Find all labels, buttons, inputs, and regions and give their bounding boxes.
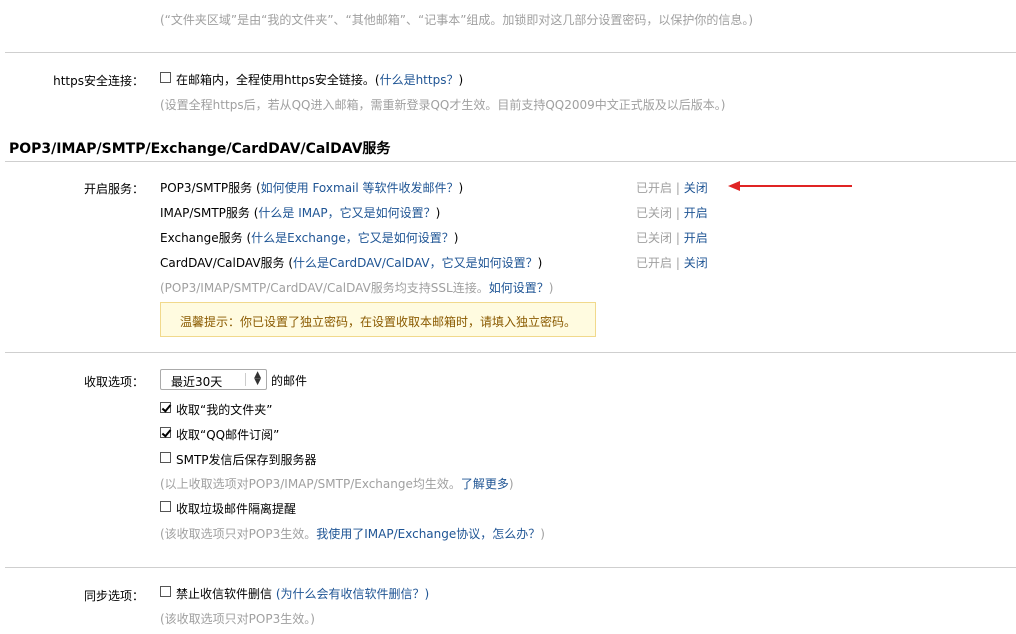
prevent-delete-label: 禁止收信软件删信 <box>176 587 273 601</box>
paren: ) <box>548 281 554 295</box>
ssl-note: (POP3/IMAP/SMTP/CardDAV/CalDAV服务均支持SSL连接… <box>160 281 489 295</box>
divider <box>5 52 1016 53</box>
service-name: Exchange服务 ( <box>160 231 252 245</box>
warning-tip-box: 温馨提示：你已设置了独立密码，在设置收取本邮箱时，请填入独立密码。 <box>160 302 596 337</box>
receive-subscription-checkbox[interactable] <box>160 427 171 438</box>
spam-reminder-label: 收取垃圾邮件隔离提醒 <box>176 502 297 516</box>
foxmail-help-link[interactable]: 如何使用 Foxmail 等软件收发邮件？ <box>261 181 459 195</box>
annotation-arrow-line <box>738 185 852 187</box>
service-name: IMAP/SMTP服务 ( <box>160 206 259 220</box>
status-text: 已关闭 <box>636 206 673 220</box>
status-text: 已关闭 <box>636 231 673 245</box>
sync-label: 同步选项： <box>83 589 144 603</box>
select-value: 最近30天 <box>171 375 223 389</box>
services-label: 开启服务： <box>83 182 144 196</box>
imap-help-link[interactable]: 什么是 IMAP，它又是如何设置？ <box>258 206 435 220</box>
separator: | <box>675 256 680 270</box>
receive-my-folders-label: 收取“我的文件夹” <box>176 403 273 417</box>
service-row-exchange: Exchange服务 (什么是Exchange，它又是如何设置？) <box>160 229 458 246</box>
exchange-help-link[interactable]: 什么是Exchange，它又是如何设置？ <box>251 231 454 245</box>
pop3-toggle-link[interactable]: 关闭 <box>684 181 708 195</box>
paren: ) <box>537 256 543 270</box>
https-close-paren: ) <box>458 73 464 87</box>
paren: ) <box>508 477 514 491</box>
learn-more-link[interactable]: 了解更多 <box>461 477 509 491</box>
https-checkbox[interactable] <box>160 72 171 83</box>
divider <box>5 567 1016 568</box>
divider <box>5 161 1016 162</box>
ssl-note-row: (POP3/IMAP/SMTP/CardDAV/CalDAV服务均支持SSL连接… <box>160 279 553 296</box>
exchange-toggle-link[interactable]: 开启 <box>684 231 708 245</box>
sync-note: (该收取选项只对POP3生效。) <box>160 612 315 626</box>
paren: ) <box>540 527 545 541</box>
service-row-imap: IMAP/SMTP服务 (什么是 IMAP，它又是如何设置？) <box>160 204 440 221</box>
service-status-carddav: 已开启 | 关闭 <box>636 254 708 271</box>
folder-area-note: (“文件夹区域”是由“我的文件夹”、“其他邮箱”、“记事本”组成。加锁即对这几部… <box>160 13 754 27</box>
imap-toggle-link[interactable]: 开启 <box>684 206 708 220</box>
https-note: (设置全程https后，若从QQ进入邮箱，需重新登录QQ才生效。目前支持QQ20… <box>160 98 726 112</box>
annotation-arrow-icon <box>728 181 740 191</box>
why-delete-link[interactable]: (为什么会有收信软件删信？) <box>276 587 429 601</box>
smtp-save-label: SMTP发信后保存到服务器 <box>176 453 317 467</box>
separator: | <box>675 231 680 245</box>
https-label: https安全连接： <box>53 74 144 88</box>
receive-my-folders-checkbox[interactable] <box>160 402 171 413</box>
select-divider <box>245 373 246 386</box>
status-text: 已开启 <box>636 181 673 195</box>
separator: | <box>675 181 680 195</box>
tip-text: 温馨提示：你已设置了独立密码，在设置收取本邮箱时，请填入独立密码。 <box>180 315 577 329</box>
smtp-save-checkbox[interactable] <box>160 452 171 463</box>
select-suffix: 的邮件 <box>271 374 308 388</box>
separator: | <box>675 206 680 220</box>
sync-option-row: 禁止收信软件删信 (为什么会有收信软件删信？) <box>176 585 429 602</box>
status-text: 已开启 <box>636 256 673 270</box>
receive-note-row: (以上收取选项对POP3/IMAP/SMTP/Exchange均生效。了解更多) <box>160 475 514 492</box>
service-name: POP3/SMTP服务 ( <box>160 181 261 195</box>
service-row-carddav: CardDAV/CalDAV服务 (什么是CardDAV/CalDAV，它又是如… <box>160 254 542 271</box>
ssl-howto-link[interactable]: 如何设置？ <box>489 281 549 295</box>
spam-reminder-checkbox[interactable] <box>160 501 171 512</box>
carddav-help-link[interactable]: 什么是CardDAV/CalDAV，它又是如何设置？ <box>293 256 538 270</box>
paren: ) <box>453 231 459 245</box>
service-status-pop3: 已开启 | 关闭 <box>636 179 708 196</box>
paren: ) <box>458 181 464 195</box>
service-status-exchange: 已关闭 | 开启 <box>636 229 708 246</box>
section-title: POP3/IMAP/SMTP/Exchange/CardDAV/CalDAV服务 <box>9 141 391 157</box>
https-option-text: 在邮箱内，全程使用https安全链接。( <box>176 73 380 87</box>
paren: ) <box>435 206 441 220</box>
receive-note: (以上收取选项对POP3/IMAP/SMTP/Exchange均生效。 <box>160 477 461 491</box>
carddav-toggle-link[interactable]: 关闭 <box>684 256 708 270</box>
pop3-only-note: (该收取选项只对POP3生效。 <box>160 527 317 541</box>
service-status-imap: 已关闭 | 开启 <box>636 204 708 221</box>
imap-exchange-help-link[interactable]: 我使用了IMAP/Exchange协议，怎么办？ <box>316 527 540 541</box>
service-row-pop3: POP3/SMTP服务 (如何使用 Foxmail 等软件收发邮件？) <box>160 179 463 196</box>
receive-label: 收取选项： <box>83 375 144 389</box>
service-name: CardDAV/CalDAV服务 ( <box>160 256 294 270</box>
receive-range-select[interactable]: 最近30天 ▲ ▼ <box>160 369 267 390</box>
select-arrows-icon: ▲ ▼ <box>254 370 261 387</box>
prevent-delete-checkbox[interactable] <box>160 586 171 597</box>
divider <box>5 352 1016 353</box>
receive-subscription-label: 收取“QQ邮件订阅” <box>176 428 280 442</box>
what-is-https-link[interactable]: 什么是https？ <box>380 73 459 87</box>
pop3-only-note-row: (该收取选项只对POP3生效。我使用了IMAP/Exchange协议，怎么办？) <box>160 525 545 542</box>
https-option-row: 在邮箱内，全程使用https安全链接。(什么是https？) <box>176 71 463 88</box>
